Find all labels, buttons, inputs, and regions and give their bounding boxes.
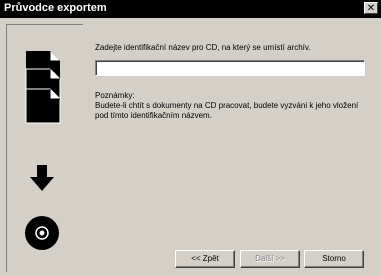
arrow-down-icon: [30, 165, 54, 191]
cd-name-input[interactable]: [95, 60, 365, 76]
next-button[interactable]: Další >>: [240, 250, 300, 268]
back-button[interactable]: << Zpět: [175, 250, 235, 268]
notes-section: Poznámky: Budete-li chtít s dokumenty na…: [95, 91, 365, 121]
notes-text: Budete-li chtít s dokumenty na CD pracov…: [95, 101, 359, 120]
cancel-button[interactable]: Storno: [304, 250, 364, 268]
title-bar[interactable]: Průvodce exportem ✕: [0, 0, 381, 18]
window-title: Průvodce exportem: [4, 2, 107, 14]
notes-heading: Poznámky:: [95, 91, 135, 100]
cd-disc-icon: [25, 216, 59, 250]
export-wizard-window: Průvodce exportem ✕ Zadejte identifikačn…: [0, 0, 381, 276]
close-button[interactable]: ✕: [364, 2, 378, 14]
documents-stack-icon: [25, 51, 61, 124]
cd-name-prompt: Zadejte identifikační název pro CD, na k…: [95, 43, 311, 52]
wizard-sidebar: [6, 24, 83, 272]
